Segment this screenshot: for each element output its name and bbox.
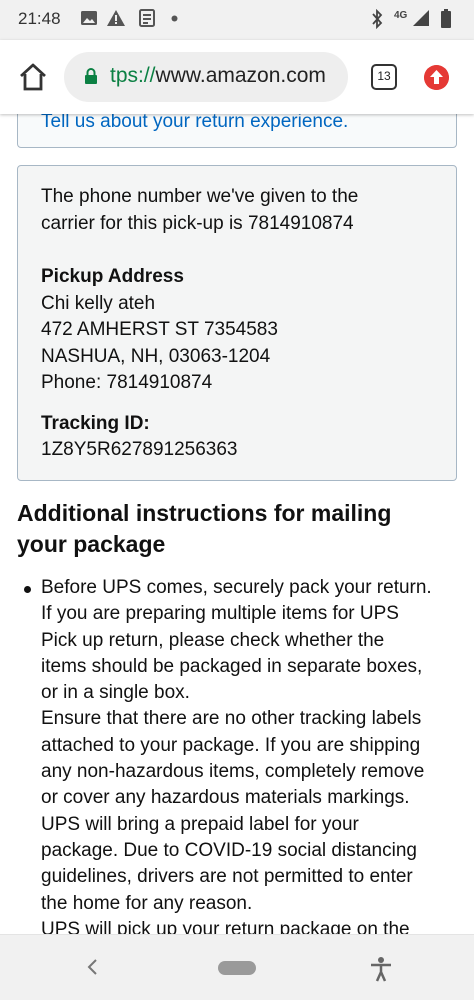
system-nav-bar xyxy=(0,934,474,1000)
page-content: Tell us about your return experience. Th… xyxy=(0,114,474,934)
url-text: tps://www.amazon.com xyxy=(110,64,326,88)
home-pill-icon[interactable] xyxy=(218,961,256,975)
update-icon[interactable] xyxy=(424,65,449,90)
instruction-line: UPS will bring a prepaid label for your xyxy=(41,813,359,835)
instruction-line: UPS will pick up your return package on … xyxy=(41,918,410,934)
instruction-line: or in a single box. xyxy=(41,682,190,704)
instruction-line: or cover any hazardous materials marking… xyxy=(41,787,410,809)
pickup-details-box: The phone number we've given to the carr… xyxy=(17,165,457,481)
accessibility-icon[interactable] xyxy=(369,956,393,982)
phone-sentence-line1: The phone number we've given to the xyxy=(41,186,359,207)
status-bar: 21:48 4G xyxy=(0,0,474,40)
instruction-line: the home for any reason. xyxy=(41,892,253,914)
instruction-line: If you are preparing multiple items for … xyxy=(41,603,399,625)
status-time: 21:48 xyxy=(18,9,61,28)
bluetooth-icon xyxy=(372,9,383,29)
lock-icon xyxy=(85,68,97,84)
tracking-id-heading: Tracking ID: xyxy=(41,412,150,434)
news-icon xyxy=(139,9,155,27)
bullet-icon xyxy=(24,586,31,593)
signal-icon xyxy=(413,10,429,26)
instructions-heading: Additional instructions for mailing your… xyxy=(17,498,457,560)
tracking-id-value: 1Z8Y5R627891256363 xyxy=(41,439,238,460)
phone-sentence-line2: carrier for this pick-up is 7814910874 xyxy=(41,212,354,234)
image-icon xyxy=(81,11,97,25)
browser-toolbar: tps://www.amazon.com 13 xyxy=(0,40,474,114)
url-bar[interactable]: tps://www.amazon.com xyxy=(64,52,348,102)
address-phone: Phone: 7814910874 xyxy=(41,372,213,393)
tab-switcher-button[interactable]: 13 xyxy=(371,64,397,90)
instruction-line: attached to your package. If you are shi… xyxy=(41,734,421,756)
pickup-address-heading: Pickup Address xyxy=(41,266,184,287)
warning-icon xyxy=(107,10,125,26)
address-street: 472 AMHERST ST 7354583 xyxy=(41,319,278,340)
battery-icon xyxy=(441,9,451,28)
instructions-list: Before UPS comes, securely pack your ret… xyxy=(41,575,461,934)
instructions-heading-line2: your package xyxy=(17,531,166,557)
instructions-heading-line1: Additional instructions for mailing xyxy=(17,500,392,526)
instruction-line: Pick up return, please check whether the xyxy=(41,629,385,651)
feedback-link[interactable]: Tell us about your return experience. xyxy=(41,114,348,133)
instruction-line: Before UPS comes, securely pack your ret… xyxy=(41,577,432,598)
feedback-box: Tell us about your return experience. xyxy=(17,114,457,148)
url-domain: www.amazon.com xyxy=(155,64,326,87)
dot-icon xyxy=(171,15,178,22)
instruction-line: any non-hazardous items, completely remo… xyxy=(41,761,425,783)
url-scheme: tps:// xyxy=(110,64,156,87)
address-name: Chi kelly ateh xyxy=(41,292,156,314)
instruction-line: package. Due to COVID-19 social distanci… xyxy=(41,839,417,861)
instruction-line: items should be packaged in separate box… xyxy=(41,655,423,677)
address-city: NASHUA, NH, 03063-1204 xyxy=(41,345,271,367)
instruction-line: Ensure that there are no other tracking … xyxy=(41,708,422,730)
home-icon[interactable] xyxy=(18,62,48,92)
network-4g-icon: 4G xyxy=(394,10,408,21)
back-icon[interactable] xyxy=(84,957,100,977)
instruction-line: guidelines, drivers are not permitted to… xyxy=(41,866,413,888)
